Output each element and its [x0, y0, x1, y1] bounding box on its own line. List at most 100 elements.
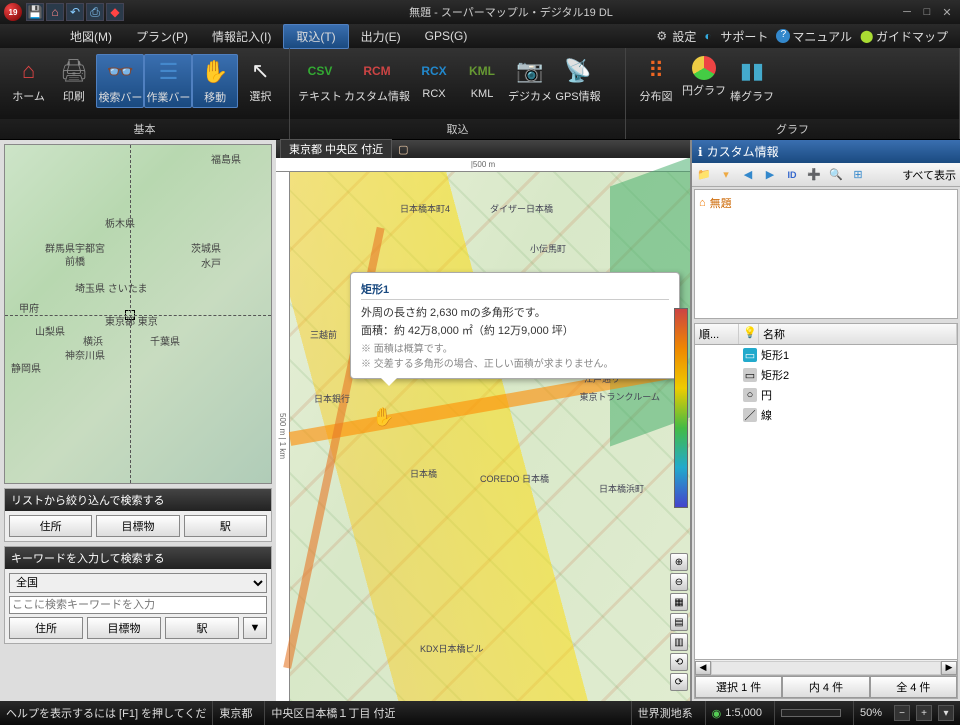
ruler-horizontal: |500 m [276, 158, 690, 172]
maximize-button[interactable]: □ [918, 4, 936, 20]
menu-gps[interactable]: GPS(G) [413, 26, 480, 46]
map-tab-location[interactable]: 東京都 中央区 付近 [280, 139, 392, 159]
ribbon-text[interactable]: CSVテキスト [296, 54, 344, 106]
window-title: 無題 - スーパーマップル・デジタル19 DL [126, 4, 896, 20]
custom-info-tree[interactable]: ⌂無題 [694, 189, 958, 319]
menu-manual[interactable]: ?マニュアル [772, 26, 856, 47]
search-icon[interactable]: 🔍 [828, 167, 844, 183]
mm-crosshair-v [130, 145, 131, 483]
ribbon-group-import: 取込 [290, 119, 625, 139]
map-zoom-btn[interactable]: ⊕ [670, 553, 688, 571]
menu-import[interactable]: 取込(T) [283, 24, 348, 49]
menu-settings[interactable]: ⚙設定 [652, 26, 700, 47]
layout-icon[interactable]: ⊞ [850, 167, 866, 183]
ribbon-camera[interactable]: 📷デジカメ [506, 54, 554, 106]
show-all-label[interactable]: すべて表示 [872, 167, 956, 183]
zoom-in-button[interactable]: + [916, 705, 932, 721]
ribbon-workbar[interactable]: ☰作業バー [144, 54, 192, 108]
map-label: 日本橋 [410, 467, 437, 480]
ribbon-custom[interactable]: RCMカスタム情報 [344, 54, 410, 106]
status-scale[interactable]: ◉1:5,000 [705, 701, 768, 725]
col-order[interactable]: 順... [695, 324, 739, 344]
right-panel-title: カスタム情報 [707, 143, 779, 160]
col-name[interactable]: 名称 [759, 324, 957, 344]
app-logo: 19 [4, 3, 22, 21]
map-canvas[interactable]: |500 m 500 m | 1 km 日本橋本町4 ダイザー日本橋 小伝馬町 … [276, 158, 690, 701]
menu-info[interactable]: 情報記入(I) [200, 25, 283, 48]
tooltip-area: 面積：約 42万8,000 ㎡（約 12万9,000 坪） [361, 322, 669, 338]
keyword-input[interactable] [9, 596, 267, 614]
search-addr-button[interactable]: 住所 [9, 515, 92, 537]
menu-map[interactable]: 地図(M) [58, 25, 124, 48]
map-grid-btn[interactable]: ▦ [670, 593, 688, 611]
ribbon-move[interactable]: ✋移動 [192, 54, 237, 108]
scroll-left-button[interactable]: ◀ [695, 661, 711, 675]
kw-station-button[interactable]: 駅 [165, 617, 239, 639]
list-item[interactable]: ○円 [695, 385, 957, 405]
ribbon-dist[interactable]: ⠿分布図 [632, 54, 680, 106]
status-more-button[interactable]: ▾ [938, 705, 954, 721]
search-station-button[interactable]: 駅 [184, 515, 267, 537]
qat-undo-icon[interactable]: ↶ [66, 3, 84, 21]
close-button[interactable]: ✕ [938, 4, 956, 20]
foot-all[interactable]: 全 4 件 [870, 676, 957, 698]
foot-inner[interactable]: 内 4 件 [782, 676, 869, 698]
list-item[interactable]: ▭矩形2 [695, 365, 957, 385]
ribbon-select[interactable]: ↖選択 [238, 54, 283, 106]
col-icon[interactable]: 💡 [739, 324, 759, 344]
shape-list[interactable]: ▭矩形1 ▭矩形2 ○円 ／線 [695, 345, 957, 659]
zoom-out-button[interactable]: − [894, 705, 910, 721]
list-item[interactable]: ▭矩形1 [695, 345, 957, 365]
ribbon-home[interactable]: ⌂ホーム [6, 54, 51, 106]
list-icon: ☰ [153, 57, 183, 87]
new-tab-icon[interactable]: ▢ [398, 143, 408, 156]
ribbon-pie[interactable]: 円グラフ [680, 54, 728, 100]
qat-print-icon[interactable]: ⎙ [86, 3, 104, 21]
qat-save-icon[interactable]: 💾 [26, 3, 44, 21]
ribbon-print[interactable]: 🖨印刷 [51, 54, 96, 106]
scrollbar-track[interactable] [711, 661, 941, 675]
search-landmark-button[interactable]: 目標物 [96, 515, 179, 537]
id-icon[interactable]: ID [784, 167, 800, 183]
qat-diamond-icon[interactable]: ◆ [106, 3, 124, 21]
foot-selected[interactable]: 選択 1 件 [695, 676, 782, 698]
save-icon[interactable]: ▾ [718, 167, 734, 183]
prev-icon[interactable]: ◀ [740, 167, 756, 183]
map-rotate-btn[interactable]: ⟳ [670, 673, 688, 691]
next-icon[interactable]: ▶ [762, 167, 778, 183]
camera-icon: 📷 [515, 56, 545, 86]
map-grid-btn[interactable]: ▤ [670, 613, 688, 631]
map-rotate-btn[interactable]: ⟲ [670, 653, 688, 671]
scroll-right-button[interactable]: ▶ [941, 661, 957, 675]
ribbon-gpsinfo[interactable]: 📡GPS情報 [554, 54, 602, 106]
rcx-icon: RCX [419, 56, 449, 86]
ribbon-rcx[interactable]: RCXRCX [410, 54, 458, 102]
menu-plan[interactable]: プラン(P) [124, 25, 200, 48]
list-item[interactable]: ／線 [695, 405, 957, 425]
ribbon-bar[interactable]: ▮▮棒グラフ [728, 54, 776, 106]
minimize-button[interactable]: ─ [898, 4, 916, 20]
ribbon-group-basic: 基本 [0, 119, 289, 139]
zoom-slider[interactable] [781, 709, 841, 717]
overview-map[interactable]: 福島県 栃木県 群馬県宇都宮 前橋 茨城県 水戸 埼玉県 さいたま 甲府 東京都… [4, 144, 272, 484]
qat-home-icon[interactable]: ⌂ [46, 3, 64, 21]
menu-guidemap[interactable]: ⬤ガイドマップ [856, 26, 952, 47]
map-grid-btn[interactable]: ▥ [670, 633, 688, 651]
kw-landmark-button[interactable]: 目標物 [87, 617, 161, 639]
kw-more-button[interactable]: ▼ [243, 617, 267, 639]
help-icon: ? [776, 29, 790, 43]
menu-support[interactable]: ◐サポート [700, 26, 772, 47]
ribbon-kml[interactable]: KMLKML [458, 54, 506, 102]
ribbon-searchbar[interactable]: 👓検索バー [96, 54, 144, 108]
search-keyword-header: キーワードを入力して検索する [5, 547, 271, 569]
menu-export[interactable]: 出力(E) [349, 25, 413, 48]
region-select[interactable]: 全国 [9, 573, 267, 593]
kw-addr-button[interactable]: 住所 [9, 617, 83, 639]
folder-icon[interactable]: 📁 [696, 167, 712, 183]
mm-label: 甲府 [19, 300, 39, 315]
map-zoom-btn[interactable]: ⊖ [670, 573, 688, 591]
mm-label: 水戸 [201, 255, 221, 270]
status-datum[interactable]: 世界測地系 [631, 701, 699, 725]
ribbon-group-graph: グラフ [626, 119, 959, 139]
add-icon[interactable]: ➕ [806, 167, 822, 183]
